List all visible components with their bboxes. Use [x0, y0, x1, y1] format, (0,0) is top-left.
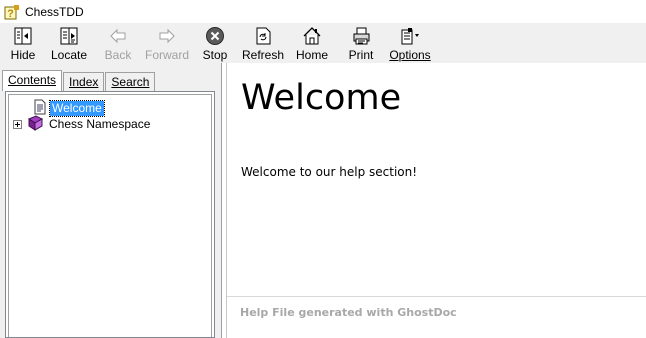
welcome-text: Welcome to our help section!	[241, 165, 418, 179]
expand-plus-icon[interactable]	[13, 120, 22, 129]
stop-button[interactable]: Stop	[193, 23, 237, 63]
stop-icon	[204, 25, 226, 47]
tab-index[interactable]: Index	[63, 72, 105, 91]
locate-icon	[58, 25, 80, 47]
navigation-pane: Contents Index Search Welcome Chess Name…	[0, 63, 222, 338]
forward-button[interactable]: Forward	[141, 23, 193, 63]
tree-item-label: Welcome	[49, 100, 105, 117]
help-question-icon: ?	[4, 4, 20, 20]
page-title: Welcome	[241, 78, 402, 118]
tree-item-label: Chess Namespace	[49, 117, 151, 131]
content-pane: Welcome Welcome to our help section! Hel…	[226, 63, 646, 338]
window-title: ChessTDD	[25, 4, 84, 19]
contents-tree[interactable]: Welcome Chess Namespace	[5, 91, 215, 338]
tab-search[interactable]: Search	[105, 72, 156, 91]
locate-button[interactable]: Locate	[43, 23, 95, 63]
footer-divider	[227, 296, 646, 297]
toolbar: Hide Locate Back Forward Stop Refresh Ho…	[0, 23, 646, 63]
print-button[interactable]: Print	[335, 23, 387, 63]
back-arrow-icon	[107, 25, 129, 47]
back-button[interactable]: Back	[95, 23, 141, 63]
forward-arrow-icon	[156, 25, 178, 47]
print-icon	[350, 25, 372, 47]
tree-item-chess-namespace[interactable]: Chess Namespace	[13, 115, 152, 134]
hide-pane-icon	[12, 25, 34, 47]
home-button[interactable]: Home	[289, 23, 335, 63]
refresh-button[interactable]: Refresh	[237, 23, 289, 63]
nav-tabs: Contents Index Search	[2, 70, 156, 91]
options-button[interactable]: Options	[387, 23, 433, 63]
options-label: Options	[389, 48, 431, 62]
footer-text: Help File generated with GhostDoc	[240, 306, 457, 319]
title-bar: ? ChessTDD	[0, 0, 646, 23]
hide-button[interactable]: Hide	[3, 23, 43, 63]
home-icon	[301, 25, 323, 47]
options-icon	[399, 25, 421, 47]
svg-text:?: ?	[7, 8, 14, 20]
refresh-icon	[252, 25, 274, 47]
book-icon	[27, 115, 44, 134]
tab-contents[interactable]: Contents	[2, 70, 63, 91]
